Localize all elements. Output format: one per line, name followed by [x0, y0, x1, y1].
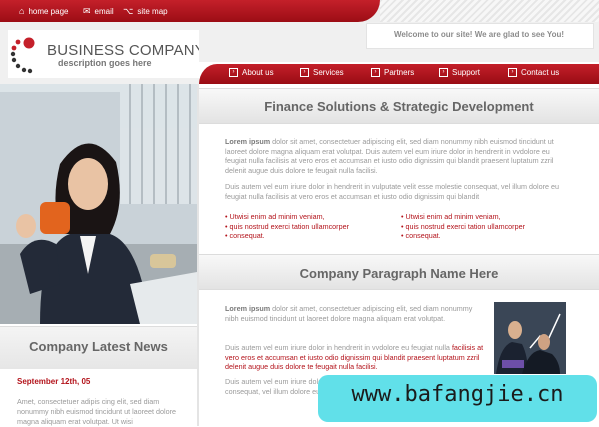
arrow-right-icon: ›: [508, 68, 517, 77]
email-link[interactable]: ✉ email: [83, 5, 114, 17]
section2-paragraph: Lorem ipsum dolor sit amet, consectetuer…: [225, 304, 487, 323]
nav-support-label: Support: [452, 68, 481, 77]
arrow-right-icon: ›: [371, 68, 380, 77]
section2-lead: Lorem ipsum: [225, 304, 271, 313]
news-title: Company Latest News: [29, 339, 168, 354]
site-map-link[interactable]: ⌥ site map: [123, 5, 168, 17]
nav-services-label: Services: [313, 68, 344, 77]
section1-title: Finance Solutions & Strategic Developmen…: [264, 99, 534, 114]
hero-photo: [0, 84, 197, 324]
section2-title: Company Paragraph Name Here: [299, 266, 499, 281]
section1-text: dolor sit amet, consectetuer adipiscing …: [225, 137, 554, 175]
nav-services[interactable]: › Services: [300, 68, 344, 77]
logo-dots-icon: [10, 37, 35, 74]
section2-paragraph-2: Duis autem vel eum iriure dolor in hendr…: [225, 343, 487, 372]
list-item: Utwisi enim ad minim veniam,: [225, 212, 349, 222]
arrow-right-icon: ›: [439, 68, 448, 77]
company-description: description goes here: [58, 58, 152, 68]
nav-contact-us[interactable]: › Contact us: [508, 68, 559, 77]
nav-about-us-label: About us: [242, 68, 274, 77]
nav-partners[interactable]: › Partners: [371, 68, 414, 77]
nav-support[interactable]: › Support: [439, 68, 480, 77]
list-item: consequat.: [401, 231, 525, 241]
section1-bullets-right: Utwisi enim ad minim veniam, quis nostru…: [401, 212, 525, 241]
news-date: September 12th, 05: [17, 377, 91, 386]
company-name: BUSINESS COMPANY: [47, 42, 205, 59]
welcome-text: Welcome to our site! We are glad to see …: [393, 30, 565, 39]
section1-bullets-left: Utwisi enim ad minim veniam, quis nostru…: [225, 212, 349, 241]
section1-lead: Lorem ipsum: [225, 137, 271, 146]
arrow-right-icon: ›: [229, 68, 238, 77]
business-photo: [494, 302, 566, 374]
home-icon: ⌂: [19, 5, 25, 16]
site-map-label: site map: [137, 6, 168, 16]
nav-contact-us-label: Contact us: [521, 68, 560, 77]
nav-about-us[interactable]: › About us: [229, 68, 274, 77]
envelope-icon: ✉: [83, 5, 91, 16]
section2-text-grey: Duis autem vel eum iriure dolor in hendr…: [225, 343, 450, 352]
sitemap-icon: ⌥: [123, 5, 134, 16]
arrow-right-icon: ›: [300, 68, 309, 77]
email-label: email: [94, 6, 114, 16]
list-item: quis nostrud exerci tation ullamcorper: [401, 222, 525, 232]
list-item: Utwisi enim ad minim veniam,: [401, 212, 525, 222]
section1-paragraph: Lorem ipsum dolor sit amet, consectetuer…: [225, 137, 565, 175]
section1-paragraph-2: Duis autem vel eum iriure dolor in hendr…: [225, 182, 559, 201]
home-page-link[interactable]: ⌂ home page: [19, 5, 68, 17]
watermark-text: www.bafangjie.cn: [351, 382, 564, 407]
news-body: Amet, consectetuer adipis cing elit, sed…: [17, 397, 177, 426]
top-stripes: [380, 0, 599, 22]
list-item: quis nostrud exerci tation ullamcorper: [225, 222, 349, 232]
home-page-label: home page: [28, 6, 69, 16]
list-item: consequat.: [225, 231, 349, 241]
nav-partners-label: Partners: [384, 68, 415, 77]
